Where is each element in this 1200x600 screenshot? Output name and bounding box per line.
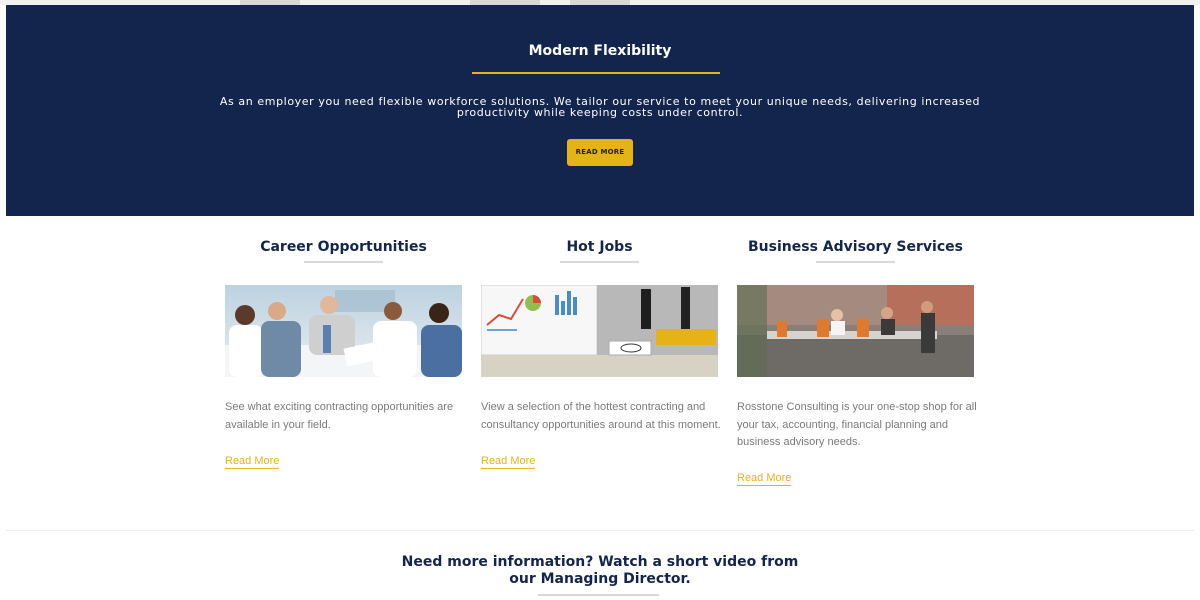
- video-title-underline: [538, 594, 659, 596]
- business-advisory-read-more-link[interactable]: Read More: [737, 471, 792, 486]
- boardroom-photo: [737, 285, 974, 377]
- charts-monitor-image: [481, 285, 718, 377]
- column-title: Business Advisory Services: [748, 239, 963, 255]
- column-description: See what exciting contracting opportunit…: [225, 401, 454, 431]
- hero-description: As an employer you need flexible workfor…: [219, 95, 981, 119]
- video-section-title: Need more information? Watch a short vid…: [401, 554, 799, 587]
- hot-jobs-read-more-link[interactable]: Read More: [481, 454, 536, 469]
- column-description: View a selection of the hottest contract…: [481, 401, 721, 431]
- section-divider: [6, 530, 1194, 531]
- column-description: Rosstone Consulting is your one-stop sho…: [737, 401, 977, 448]
- column-title-underline: [560, 261, 639, 263]
- column-title: Hot Jobs: [566, 239, 633, 255]
- column-title-underline: [304, 261, 383, 263]
- business-advisory-column: Business Advisory Services Rosstone Cons…: [737, 237, 977, 486]
- boardroom-image: [737, 285, 974, 377]
- column-title: Career Opportunities: [260, 239, 427, 255]
- hero-banner: Modern Flexibility As an employer you ne…: [6, 5, 1194, 216]
- team-meeting-photo: [225, 285, 462, 377]
- charts-on-monitor-photo: [481, 285, 718, 377]
- hero-title: Modern Flexibility: [528, 43, 672, 59]
- read-more-button[interactable]: READ MORE: [567, 139, 633, 166]
- hero-title-underline: [472, 72, 720, 74]
- team-meeting-image: [225, 285, 462, 377]
- column-title-underline: [816, 261, 895, 263]
- career-opportunities-column: Career Opportunities See what exciting c…: [225, 237, 462, 469]
- hot-jobs-column: Hot Jobs View a selection of the hottest…: [481, 237, 721, 469]
- career-read-more-link[interactable]: Read More: [225, 454, 280, 469]
